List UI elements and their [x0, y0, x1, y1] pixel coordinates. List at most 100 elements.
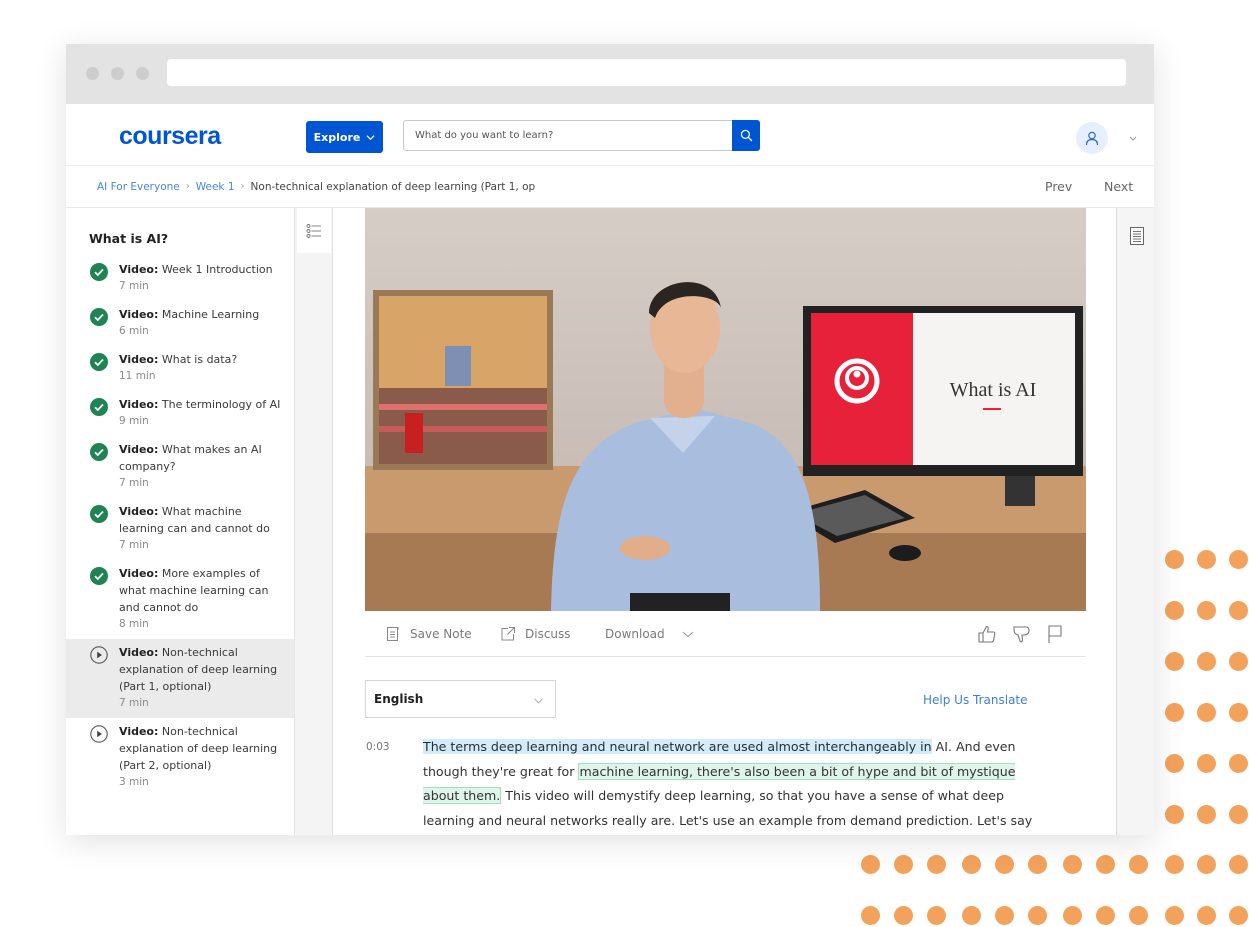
decorative-dot [1165, 855, 1184, 874]
coursera-logo[interactable]: coursera [119, 122, 221, 151]
lesson-title: Video: Machine Learning [119, 306, 285, 323]
chevron-down-icon [534, 698, 543, 704]
decorative-dot [1229, 652, 1248, 671]
breadcrumb-week[interactable]: Week 1 [196, 181, 235, 193]
decorative-dot [995, 906, 1014, 925]
lesson-item[interactable]: Video: More examples of what machine lea… [66, 560, 294, 639]
notes-panel [1116, 208, 1154, 835]
course-outline-sidebar: What is AI? Video: Week 1 Introduction 7 … [66, 208, 295, 835]
browser-chrome [66, 44, 1154, 104]
lesson-title: Video: The terminology of AI [119, 396, 285, 413]
prev-button[interactable]: Prev [1045, 179, 1072, 194]
lesson-type: Video: [119, 398, 159, 411]
check-circle-icon [90, 353, 108, 371]
breadcrumb: AI For Everyone › Week 1 › Non-technical… [66, 166, 1154, 208]
lesson-item[interactable]: Video: Non-technical explanation of deep… [66, 639, 294, 718]
decorative-dot [1096, 855, 1115, 874]
user-icon [1085, 131, 1099, 145]
breadcrumb-separator: › [240, 181, 245, 192]
check-circle-icon [90, 505, 108, 523]
discuss-button[interactable]: Discuss [500, 626, 571, 642]
lesson-duration: 11 min [119, 370, 156, 382]
flag-icon[interactable] [1045, 624, 1065, 644]
note-icon [387, 627, 399, 641]
transcript-timestamp[interactable]: 0:03 [366, 741, 390, 753]
language-select[interactable]: English [365, 680, 556, 718]
decorative-dot [1229, 805, 1248, 824]
thumbs-up-icon[interactable] [977, 624, 997, 644]
breadcrumb-course[interactable]: AI For Everyone [97, 181, 180, 193]
decorative-dot [1229, 550, 1248, 569]
check-circle-icon [90, 398, 108, 416]
window-control-dot[interactable] [136, 67, 149, 80]
search-icon [740, 129, 752, 142]
outline-toggle-column [295, 208, 333, 835]
decorative-dot [1063, 855, 1082, 874]
user-avatar[interactable] [1076, 122, 1108, 154]
search-button[interactable] [732, 120, 760, 151]
thumbs-down-icon[interactable] [1011, 624, 1031, 644]
transcript-segment[interactable]: The terms deep learning and neural netwo… [423, 739, 932, 754]
lesson-item[interactable]: Video: Non-technical explanation of deep… [66, 718, 294, 797]
decorative-dot [1165, 703, 1184, 722]
check-circle-icon [90, 567, 108, 585]
save-note-button[interactable]: Save Note [385, 626, 472, 642]
decorative-dot [962, 855, 981, 874]
decorative-dot [1229, 601, 1248, 620]
window-control-dot[interactable] [111, 67, 124, 80]
lesson-type: Video: [119, 443, 159, 456]
lesson-type: Video: [119, 263, 159, 276]
transcript-segment[interactable]: This video will demystify deep learning,… [423, 788, 1032, 828]
language-value: English [374, 692, 424, 706]
decorative-dot [1197, 601, 1216, 620]
search-input[interactable] [404, 121, 731, 150]
lesson-item[interactable]: Video: What machine learning can and can… [66, 498, 294, 560]
lesson-type: Video: [119, 725, 159, 738]
discuss-label: Discuss [525, 627, 571, 641]
lesson-type: Video: [119, 505, 159, 518]
lesson-duration: 8 min [119, 618, 149, 630]
lesson-title: Video: Non-technical explanation of deep… [119, 723, 285, 774]
check-circle-icon [90, 263, 108, 281]
decorative-dot [1197, 550, 1216, 569]
next-button[interactable]: Next [1104, 179, 1133, 194]
decorative-dot [1129, 906, 1148, 925]
notes-icon[interactable] [1130, 227, 1144, 245]
address-bar[interactable] [167, 59, 1126, 86]
decorative-dot [1197, 754, 1216, 773]
lesson-type: Video: [119, 567, 159, 580]
decorative-dot [1229, 703, 1248, 722]
outline-toggle-button[interactable] [297, 208, 331, 253]
decorative-dot [1165, 550, 1184, 569]
decorative-dot [1063, 906, 1082, 925]
browser-window: coursera Explore AI For Everyone › Week … [66, 44, 1154, 835]
lesson-title: Video: More examples of what machine lea… [119, 565, 285, 616]
help-us-translate-link[interactable]: Help Us Translate [923, 693, 1028, 707]
lesson-item[interactable]: Video: The terminology of AI 9 min [66, 391, 294, 436]
check-circle-icon [90, 308, 108, 326]
slide-title: What is AI [950, 379, 1037, 401]
lesson-duration: 9 min [119, 415, 149, 427]
window-control-dot[interactable] [86, 67, 99, 80]
decorative-dot [962, 906, 981, 925]
download-dropdown[interactable]: Download [605, 626, 696, 642]
lesson-item[interactable]: Video: What makes an AI company? 7 min [66, 436, 294, 498]
main-content: What is AI Save Note Discuss Download En… [333, 208, 1116, 835]
lesson-item[interactable]: Video: What is data? 11 min [66, 346, 294, 391]
decorative-dot [1165, 906, 1184, 925]
decorative-dot [1197, 703, 1216, 722]
lesson-item[interactable]: Video: Machine Learning 6 min [66, 301, 294, 346]
explore-button[interactable]: Explore [306, 121, 383, 153]
lesson-name: What is data? [161, 353, 238, 366]
lesson-title: Video: Week 1 Introduction [119, 261, 285, 278]
video-player[interactable]: What is AI [365, 208, 1086, 611]
lesson-title: Video: What makes an AI company? [119, 441, 285, 475]
user-menu-chevron-icon[interactable] [1128, 133, 1138, 143]
lesson-item[interactable]: Video: Week 1 Introduction 7 min [66, 256, 294, 301]
lesson-name: Machine Learning [161, 308, 260, 321]
decorative-dot [1165, 805, 1184, 824]
site-header: coursera Explore [66, 104, 1154, 166]
decorative-dot [1197, 805, 1216, 824]
decorative-dot [995, 855, 1014, 874]
explore-label: Explore [313, 130, 361, 144]
